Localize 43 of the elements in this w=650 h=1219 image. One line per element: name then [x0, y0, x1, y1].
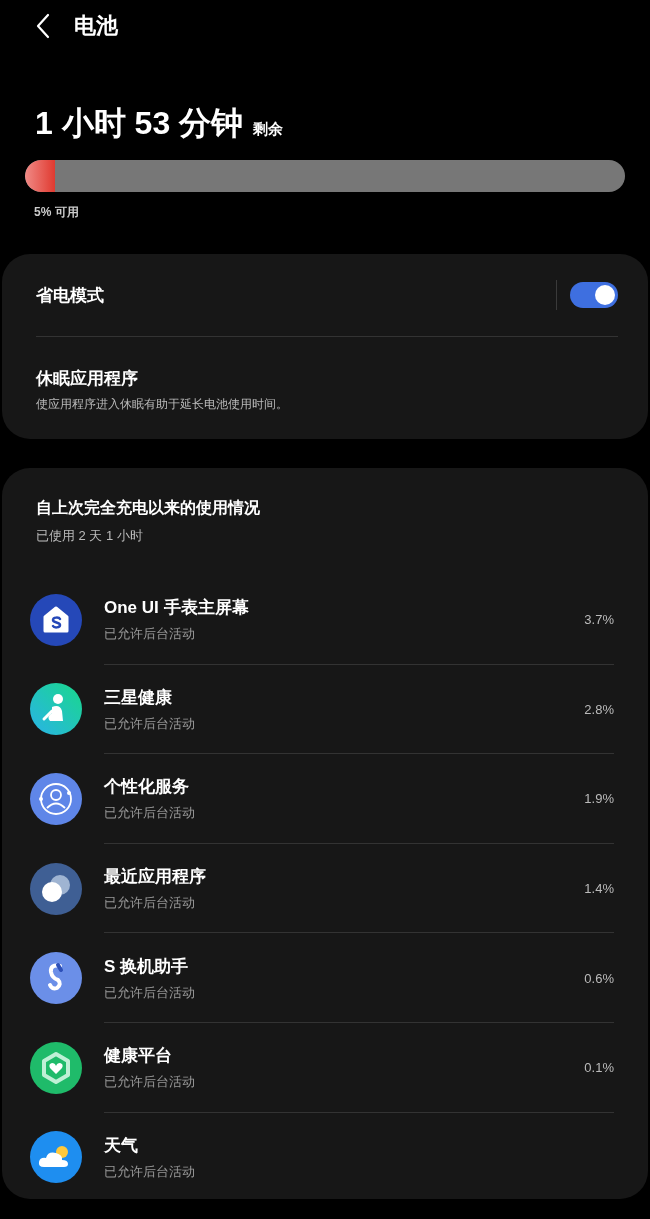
usage-percent: 0.1% — [584, 1060, 614, 1076]
app-status: 已允许后台活动 — [104, 625, 196, 644]
app-status: 已允许后台活动 — [104, 1073, 196, 1092]
weather-icon — [30, 1131, 82, 1184]
app-name: 健康平台 — [104, 1045, 173, 1068]
setting-label[interactable]: 休眠应用程序 — [36, 367, 618, 390]
runner-icon — [30, 683, 82, 736]
app-status: 已允许后台活动 — [104, 804, 196, 823]
back-icon[interactable] — [34, 13, 52, 39]
app-status: 已允许后台活动 — [104, 983, 196, 1002]
app-row[interactable]: 三星健康 已允许后台活动 2.8% — [30, 664, 614, 755]
app-status: 已允许后台活动 — [104, 1162, 196, 1181]
app-row[interactable]: 天气 已允许后台活动 — [30, 1112, 614, 1203]
app-row[interactable]: One UI 手表主屏幕 已允许后台活动 3.7% — [30, 575, 614, 665]
usage-percent: 2.8% — [584, 701, 614, 717]
app-name: 最近应用程序 — [104, 866, 207, 889]
section-title: 自上次完全充电以来的使用情况 — [35, 498, 261, 518]
section-subtitle: 已使用 2 天 1 小时 — [35, 527, 144, 545]
app-status: 已允许后台活动 — [104, 714, 196, 733]
usage-percent: 0.6% — [584, 970, 614, 986]
app-status: 已允许后台活动 — [104, 894, 196, 913]
app-row[interactable]: 个性化服务 已允许后台活动 1.9% — [30, 754, 614, 844]
available-text: 5% 可用 — [33, 204, 80, 221]
app-name: One UI 手表主屏幕 — [104, 597, 250, 620]
remaining-time: 1 小时 53 分钟 — [35, 104, 244, 143]
setting-label: 省电模式 — [36, 284, 105, 307]
app-row[interactable]: 最近应用程序 已允许后台活动 1.4% — [30, 843, 614, 934]
app-row[interactable]: S 换机助手 已允许后台活动 0.6% — [30, 933, 614, 1023]
house-icon — [30, 593, 82, 646]
toggle-switch[interactable] — [570, 282, 618, 308]
app-name: 个性化服务 — [104, 776, 190, 799]
circles-icon — [30, 862, 82, 915]
usage-percent: 1.4% — [584, 881, 614, 897]
setting-description: 使应用程序进入休眠有助于延长电池使用时间。 — [36, 396, 289, 413]
page-title: 电池 — [74, 12, 118, 40]
person-icon — [30, 773, 82, 825]
usage-percent: 3.7% — [584, 612, 614, 628]
app-name: 三星健康 — [104, 686, 173, 709]
app-name: S 换机助手 — [104, 955, 190, 978]
app-row[interactable]: 健康平台 已允许后台活动 0.1% — [30, 1022, 614, 1113]
app-name: 天气 — [104, 1134, 139, 1157]
usage-percent: 1.9% — [584, 791, 614, 807]
remaining-label: 剩余 — [253, 120, 284, 139]
